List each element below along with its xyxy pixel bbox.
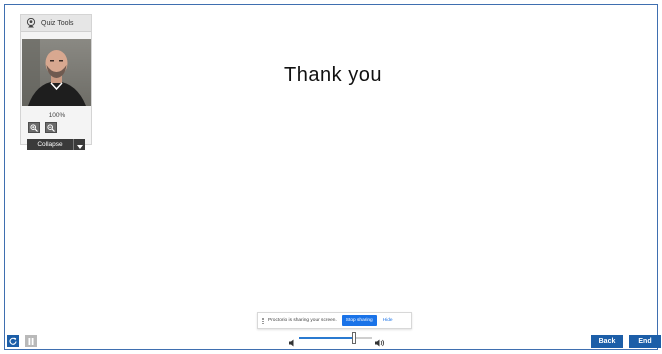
hide-button[interactable]: Hide — [383, 318, 393, 323]
volume-thumb[interactable] — [351, 332, 356, 344]
chevron-down-icon — [76, 136, 83, 154]
back-button[interactable]: Back — [591, 335, 623, 348]
volume-slider[interactable] — [299, 332, 372, 344]
volume-low-icon[interactable] — [289, 334, 297, 347]
volume-high-icon[interactable] — [375, 334, 385, 347]
volume-fill — [299, 337, 354, 339]
volume-control — [289, 332, 385, 347]
thank-you-message: Thank you — [284, 64, 382, 86]
collapse-button[interactable]: Collapse — [27, 139, 74, 150]
pause-button[interactable] — [25, 335, 37, 347]
quiz-tools-title: Quiz Tools — [41, 19, 74, 27]
zoom-in-button[interactable] — [28, 122, 40, 133]
webcam-preview — [22, 39, 91, 106]
app-frame — [4, 4, 658, 350]
reload-icon — [9, 332, 17, 350]
proctorio-logo-icon — [26, 18, 36, 28]
quiz-tools-header[interactable]: Quiz Tools — [21, 15, 91, 32]
zoom-out-button[interactable] — [45, 122, 57, 133]
quiz-tools-panel: Quiz Tools 100% Collapse — [20, 14, 92, 150]
drag-handle-icon[interactable] — [262, 317, 264, 324]
zoom-in-icon — [30, 119, 38, 137]
screen-share-bar: Proctorio is sharing your screen. Stop s… — [257, 312, 412, 329]
pause-icon — [28, 332, 34, 350]
end-button[interactable]: End — [629, 335, 661, 348]
collapse-dropdown-button[interactable] — [74, 139, 85, 150]
zoom-out-icon — [47, 119, 55, 137]
stop-sharing-button[interactable]: Stop sharing — [341, 315, 377, 326]
collapse-control: Collapse — [27, 139, 85, 150]
share-message: Proctorio is sharing your screen. — [268, 318, 337, 323]
reload-button[interactable] — [7, 335, 19, 347]
